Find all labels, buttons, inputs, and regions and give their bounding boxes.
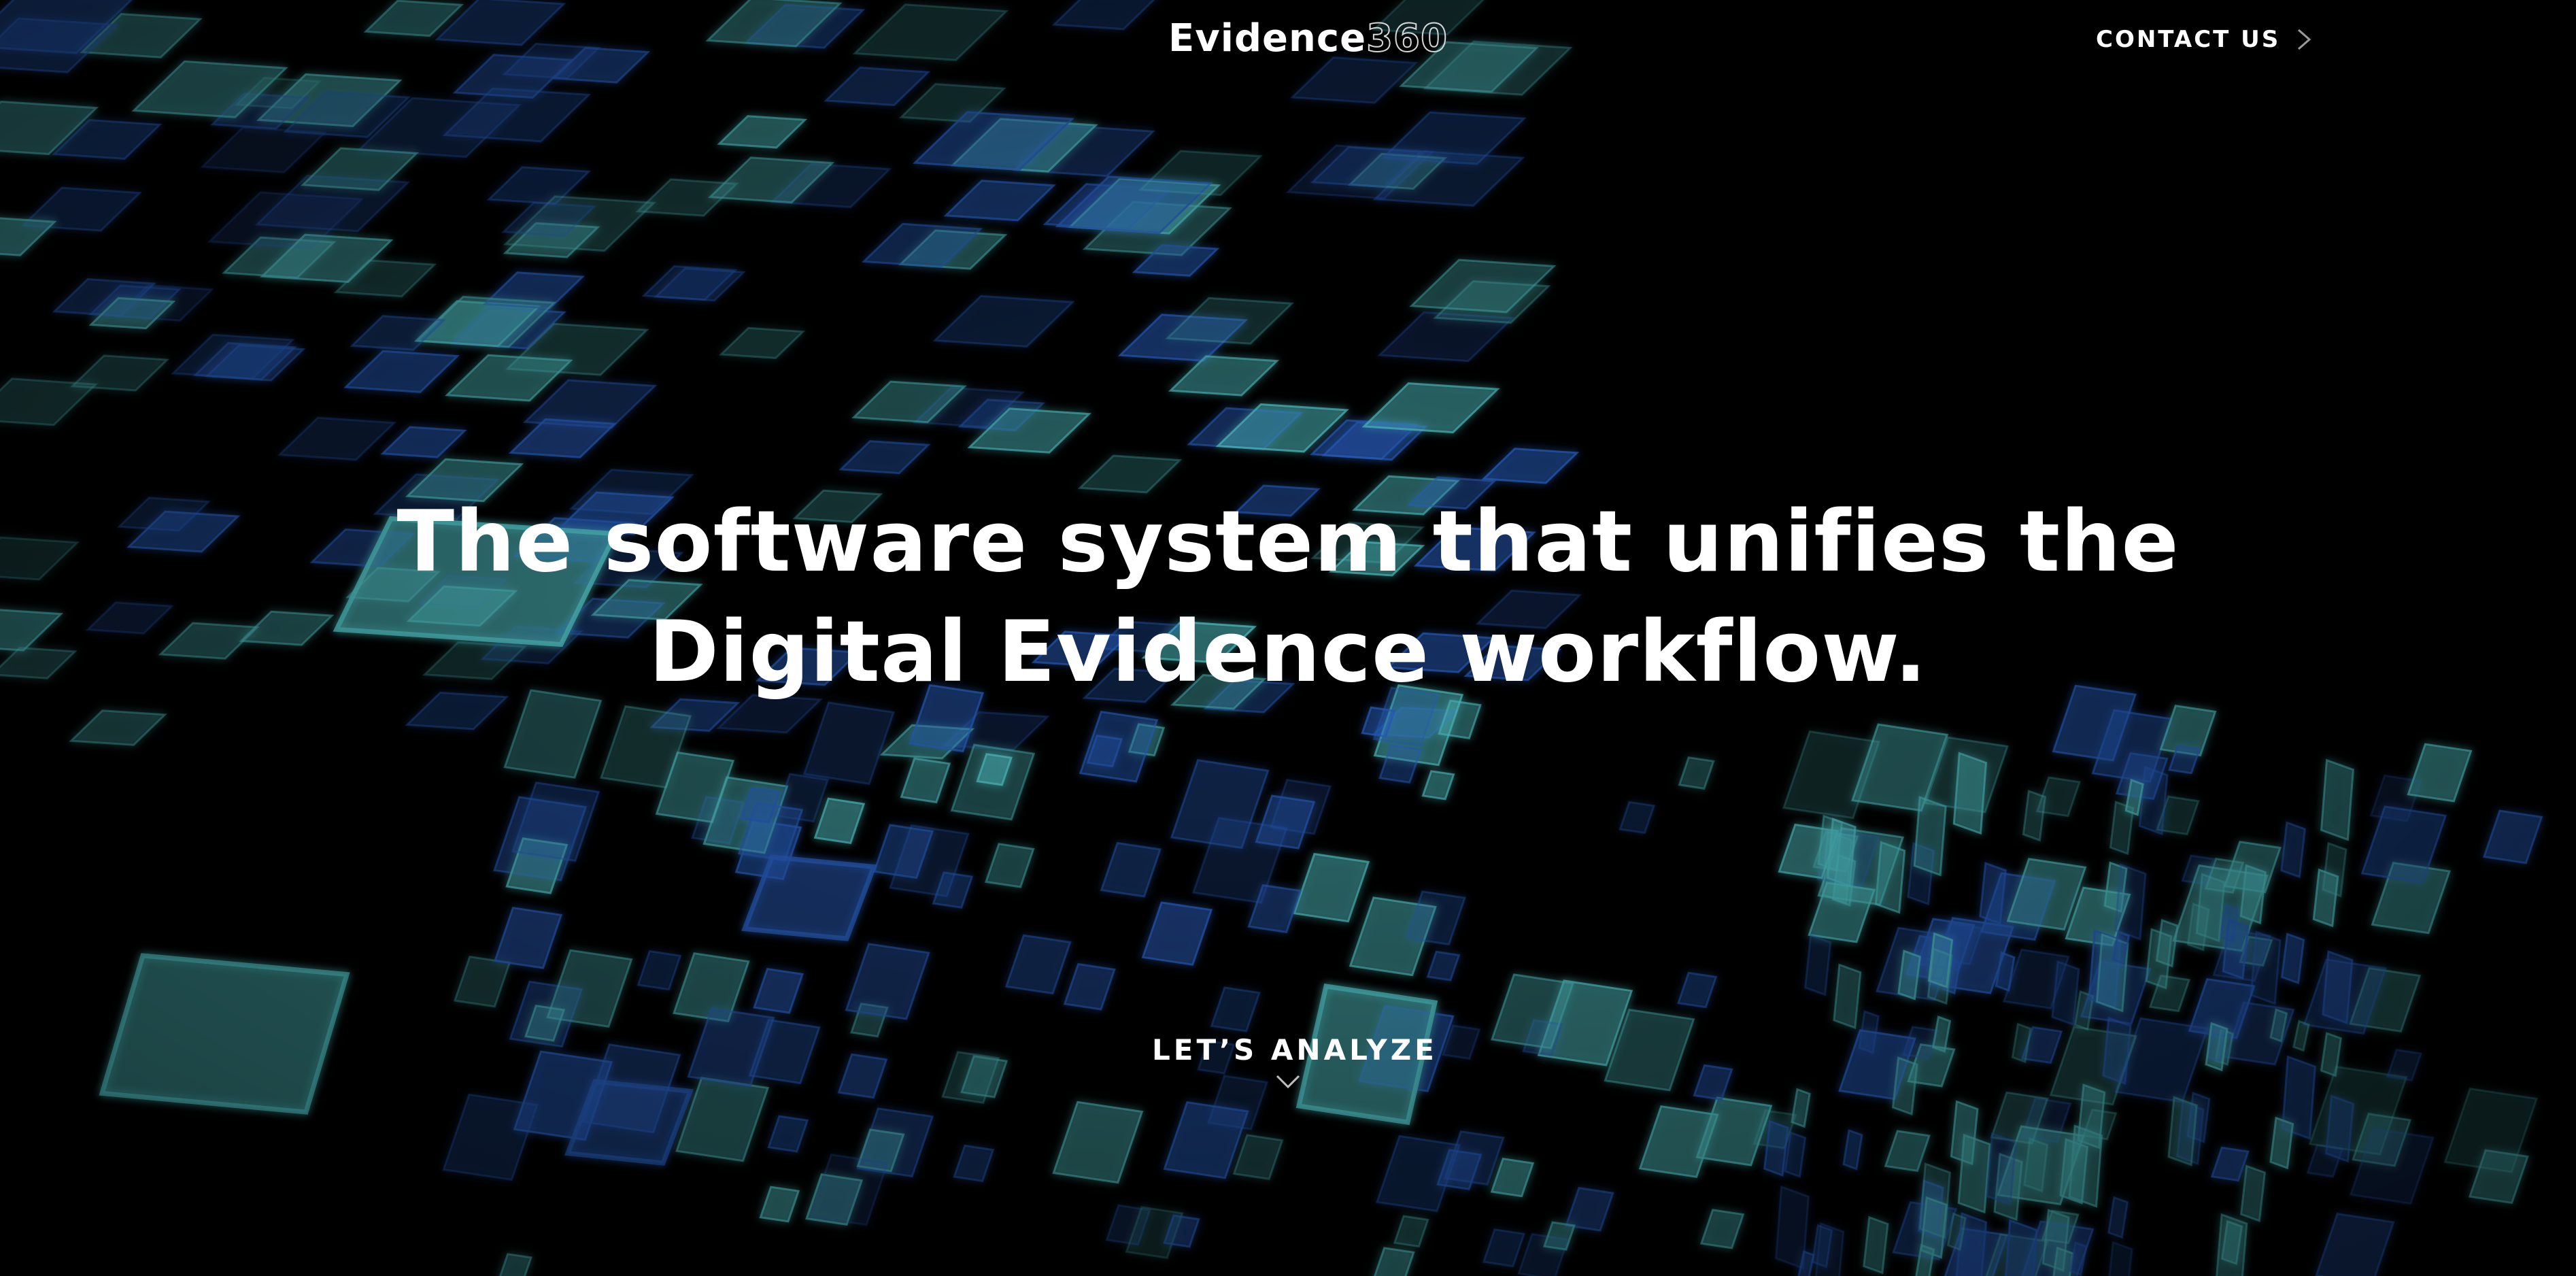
hero-headline-line-1: The software system that unifies the xyxy=(396,493,2180,591)
logo-wordmark: Evidence xyxy=(1168,16,1367,61)
top-navigation: Evidence360 CONTACT US xyxy=(0,0,2576,82)
chevron-right-icon xyxy=(2298,29,2311,50)
hero-section: Evidence360 CONTACT US The software syst… xyxy=(0,0,2576,1276)
contact-us-link[interactable]: CONTACT US xyxy=(2096,20,2313,58)
contact-us-label: CONTACT US xyxy=(2096,26,2281,53)
logo-number: 360 xyxy=(1366,16,1448,61)
hero-headline: The software system that unifies the Dig… xyxy=(268,487,2308,707)
evidence360-logo[interactable]: Evidence360 xyxy=(1168,15,1448,63)
lets-analyze-label: LET’S ANALYZE xyxy=(1152,1033,1438,1067)
hero-headline-line-2: Digital Evidence workflow. xyxy=(648,603,1927,701)
chevron-down-icon xyxy=(1276,1075,1300,1089)
lets-analyze-button[interactable]: LET’S ANALYZE xyxy=(1152,1031,1438,1113)
